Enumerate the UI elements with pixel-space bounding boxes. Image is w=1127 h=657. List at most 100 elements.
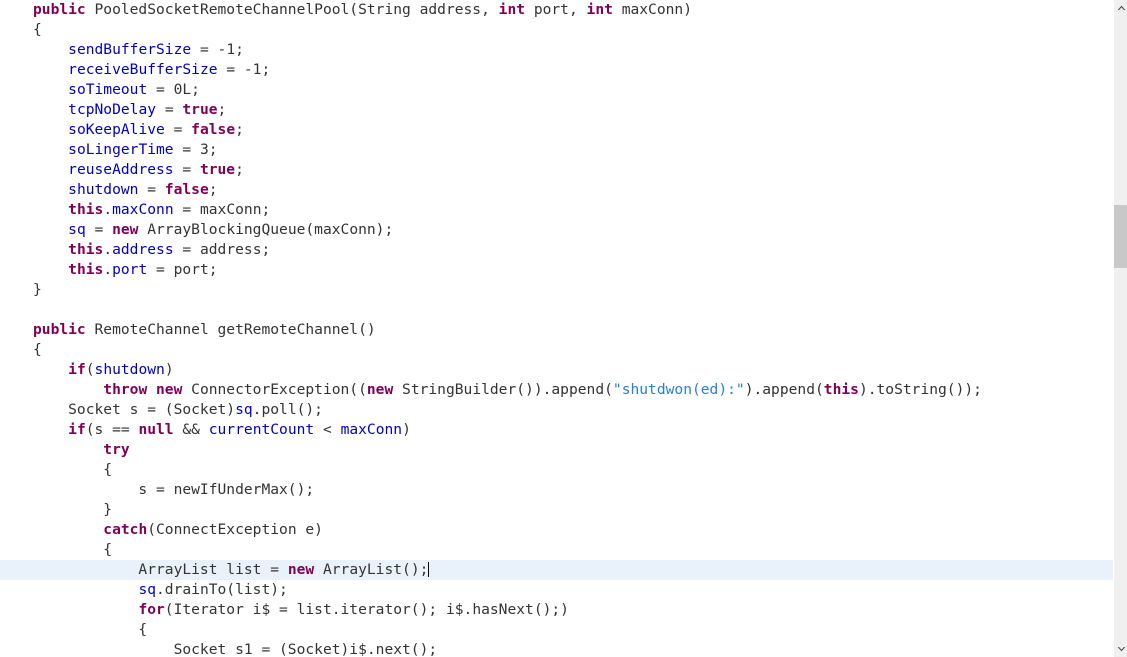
code-token-plain: &&	[173, 421, 209, 438]
code-line[interactable]: {	[0, 540, 1113, 560]
code-line[interactable]: }	[0, 280, 1113, 300]
code-line[interactable]: this.maxConn = maxConn;	[0, 200, 1113, 220]
code-token-kw: false	[191, 121, 236, 138]
code-token-plain: = port;	[147, 261, 218, 278]
code-token-kw: new	[112, 221, 139, 238]
code-token-plain: <	[314, 421, 341, 438]
code-token-plain: Socket s1 = (Socket)i$.next();	[33, 641, 438, 657]
code-token-plain: )	[402, 421, 411, 438]
code-line[interactable]: this.address = address;	[0, 240, 1113, 260]
code-line[interactable]: Socket s = (Socket)sq.poll();	[0, 400, 1113, 420]
code-line[interactable]: {	[0, 620, 1113, 640]
code-token-plain: .poll();	[252, 401, 323, 418]
code-token-plain: = address;	[173, 241, 271, 258]
vertical-scrollbar[interactable]	[1113, 0, 1127, 657]
code-token-plain: maxConn)	[612, 1, 692, 18]
code-line[interactable]: if(s == null && currentCount < maxConn)	[0, 420, 1113, 440]
code-line[interactable]: catch(ConnectException e)	[0, 520, 1113, 540]
code-line[interactable]: ArrayList list = new ArrayList();	[0, 560, 1113, 580]
code-line[interactable]: }	[0, 500, 1113, 520]
code-line[interactable]: soKeepAlive = false;	[0, 120, 1113, 140]
scrollbar-down-arrow-button[interactable]	[1114, 641, 1127, 657]
code-token-plain: (	[85, 361, 95, 378]
code-token-plain: ArrayList();	[314, 561, 429, 578]
code-line[interactable]: sendBufferSize = -1;	[0, 40, 1113, 60]
code-token-plain: (Iterator i$ = list.iterator(); i$.hasNe…	[164, 601, 569, 618]
code-line[interactable]: for(Iterator i$ = list.iterator(); i$.ha…	[0, 600, 1113, 620]
code-token-plain: ;	[235, 161, 244, 178]
code-token-plain: =	[164, 121, 192, 138]
code-line[interactable]: public RemoteChannel getRemoteChannel()	[0, 320, 1113, 340]
text-cursor	[427, 562, 429, 577]
code-token-plain: =	[138, 181, 165, 198]
code-token-plain: = -1;	[191, 41, 244, 58]
scrollbar-up-arrow-button[interactable]	[1114, 0, 1127, 16]
code-line[interactable]: sq.drainTo(list);	[0, 580, 1113, 600]
code-token-plain: port,	[525, 1, 587, 18]
code-line[interactable]: public PooledSocketRemoteChannelPool(Str…	[0, 0, 1113, 20]
code-token-plain: )	[164, 361, 174, 378]
code-line[interactable]: Socket s1 = (Socket)i$.next();	[0, 640, 1113, 657]
code-token-kw: null	[138, 421, 174, 438]
code-line[interactable]: {	[0, 20, 1113, 40]
code-line[interactable]	[0, 300, 1113, 320]
code-text-area[interactable]: public PooledSocketRemoteChannelPool(Str…	[0, 0, 1113, 657]
chevron-down-icon	[1117, 646, 1126, 652]
code-token-field: sq	[235, 401, 253, 418]
code-line[interactable]: if(shutdown)	[0, 360, 1113, 380]
code-token-plain: =	[173, 161, 200, 178]
code-token-field: soLingerTime	[68, 141, 174, 158]
code-token-kw: try	[103, 441, 130, 458]
code-line[interactable]: shutdown = false;	[0, 180, 1113, 200]
code-line[interactable]: soTimeout = 0L;	[0, 80, 1113, 100]
code-token-plain: = 3;	[173, 141, 218, 158]
code-token-plain: .drainTo(list);	[156, 581, 288, 598]
code-token-plain: ArrayList list =	[33, 561, 288, 578]
code-token-plain: RemoteChannel getRemoteChannel()	[85, 321, 376, 338]
code-line[interactable]: tcpNoDelay = true;	[0, 100, 1113, 120]
code-token-field: reuseAddress	[68, 161, 174, 178]
code-token-kw: if	[68, 361, 86, 378]
code-token-kw: int	[498, 1, 526, 18]
code-line[interactable]: s = newIfUnderMax();	[0, 480, 1113, 500]
code-line[interactable]: reuseAddress = true;	[0, 160, 1113, 180]
code-token-plain: s = newIfUnderMax();	[33, 481, 315, 498]
code-line[interactable]: sq = new ArrayBlockingQueue(maxConn);	[0, 220, 1113, 240]
code-line[interactable]: receiveBufferSize = -1;	[0, 60, 1113, 80]
code-token-field: sq	[138, 581, 157, 598]
code-token-kw: true	[199, 161, 236, 178]
code-token-plain: StringBuilder()).append(	[393, 381, 613, 398]
code-line[interactable]: throw new ConnectorException((new String…	[0, 380, 1113, 400]
code-token-plain: {	[33, 341, 42, 358]
code-token-plain: = 0L;	[147, 81, 200, 98]
code-token-field: shutdown	[94, 361, 165, 378]
code-line[interactable]: {	[0, 340, 1113, 360]
scrollbar-track[interactable]	[1114, 16, 1127, 641]
code-token-field: soKeepAlive	[68, 121, 165, 138]
code-line[interactable]: {	[0, 460, 1113, 480]
scrollbar-thumb[interactable]	[1114, 205, 1127, 268]
code-line[interactable]: try	[0, 440, 1113, 460]
code-token-field: sq	[68, 221, 86, 238]
code-token-kw: catch	[103, 521, 148, 538]
code-token-plain: {	[33, 621, 148, 638]
code-line[interactable]: this.port = port;	[0, 260, 1113, 280]
chevron-up-icon	[1117, 5, 1126, 11]
code-token-plain: = maxConn;	[173, 201, 271, 218]
code-token-plain: .	[103, 241, 113, 258]
code-line[interactable]: soLingerTime = 3;	[0, 140, 1113, 160]
code-token-field: tcpNoDelay	[68, 101, 157, 118]
code-token-kw: true	[182, 101, 218, 118]
